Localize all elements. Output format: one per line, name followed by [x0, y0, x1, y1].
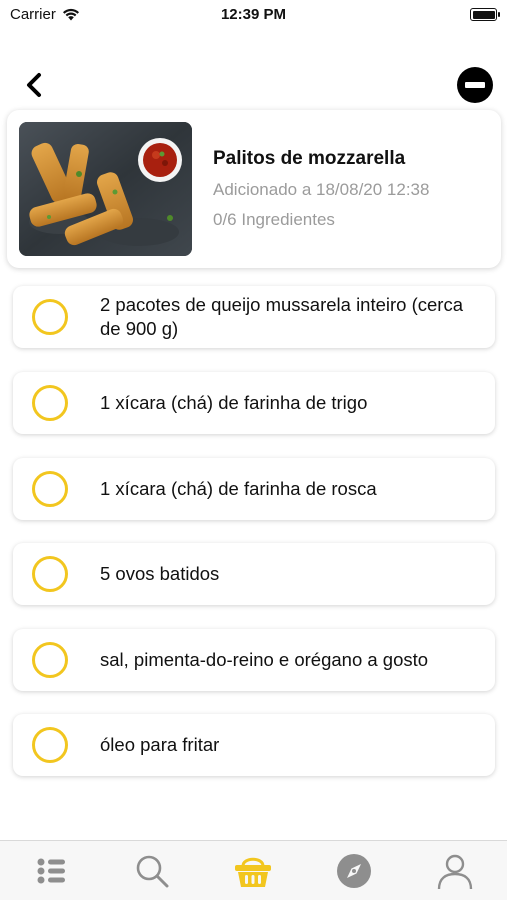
list-icon	[37, 858, 65, 884]
checkbox-circle-icon[interactable]	[32, 299, 68, 335]
recipe-image	[19, 122, 192, 256]
ingredient-label: 1 xícara (chá) de farinha de rosca	[100, 478, 377, 499]
tab-explore[interactable]	[332, 849, 376, 893]
ingredient-label: 5 ovos batidos	[100, 563, 220, 584]
tab-bar	[0, 840, 507, 900]
ingredient-item[interactable]: 1 xícara (chá) de farinha de trigo	[13, 372, 495, 434]
checkbox-circle-icon[interactable]	[32, 471, 68, 507]
battery-icon	[470, 8, 500, 21]
ingredient-item[interactable]: 1 xícara (chá) de farinha de rosca	[13, 458, 495, 520]
compass-icon	[337, 854, 371, 888]
ingredient-label: 2 pacotes de queijo mussarela inteiro (c…	[100, 294, 463, 339]
recipe-title: Palitos de mozzarella	[213, 148, 406, 169]
ingredient-item[interactable]: 5 ovos batidos	[13, 543, 495, 605]
tab-basket[interactable]	[231, 849, 275, 893]
nav-bar	[0, 60, 507, 110]
ingredient-item[interactable]: óleo para fritar	[13, 714, 495, 776]
checkbox-circle-icon[interactable]	[32, 642, 68, 678]
ingredient-label: 1 xícara (chá) de farinha de trigo	[100, 392, 368, 413]
tab-search[interactable]	[130, 849, 174, 893]
basket-icon	[235, 857, 271, 887]
back-button[interactable]	[20, 70, 50, 100]
recipe-card[interactable]: Palitos de mozzarella Adicionado a 18/08…	[7, 110, 501, 268]
ingredient-label: sal, pimenta-do-reino e orégano a gosto	[100, 649, 429, 670]
tab-profile[interactable]	[433, 849, 477, 893]
ingredient-item[interactable]: 2 pacotes de queijo mussarela inteiro (c…	[13, 286, 495, 348]
checkbox-circle-icon[interactable]	[32, 727, 68, 763]
status-bar: Carrier 12:39 PM	[0, 0, 507, 30]
ingredient-label: óleo para fritar	[100, 734, 220, 755]
ingredient-item[interactable]: sal, pimenta-do-reino e orégano a gosto	[13, 629, 495, 691]
status-time: 12:39 PM	[220, 6, 287, 23]
checkbox-circle-icon[interactable]	[32, 385, 68, 421]
tab-list[interactable]	[30, 849, 74, 893]
recipe-added-date: Adicionado a 18/08/20 12:38	[213, 180, 430, 199]
chevron-left-icon	[27, 73, 41, 97]
ingredient-count: 0/6 Ingredientes	[213, 210, 335, 229]
remove-recipe-button[interactable]	[457, 67, 493, 103]
search-icon	[136, 855, 169, 888]
user-icon	[437, 854, 473, 890]
checkbox-circle-icon[interactable]	[32, 556, 68, 592]
